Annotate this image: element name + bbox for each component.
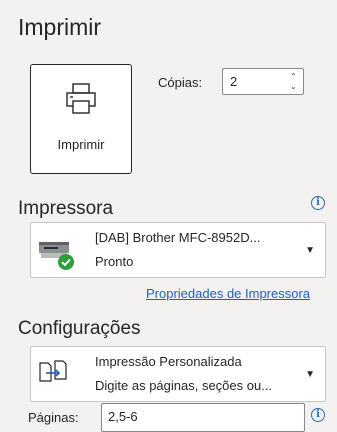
printer-properties-link[interactable]: Propriedades de Impressora bbox=[146, 286, 310, 301]
chevron-down-icon: ▼ bbox=[305, 369, 315, 380]
print-range-title: Impressão Personalizada bbox=[95, 354, 242, 369]
chevron-down-icon: ▼ bbox=[305, 245, 315, 256]
page-title: Imprimir bbox=[18, 14, 102, 40]
printer-name: [DAB] Brother MFC-8952D... bbox=[95, 230, 261, 245]
pages-label: Páginas: bbox=[28, 410, 79, 425]
spin-down-icon[interactable]: ⌄ bbox=[290, 83, 298, 91]
spin-up-icon[interactable]: ⌃ bbox=[290, 73, 298, 81]
print-range-dropdown[interactable]: Impressão Personalizada Digite as página… bbox=[30, 346, 326, 402]
print-range-description: Digite as páginas, seções ou... bbox=[95, 378, 273, 393]
printer-icon bbox=[66, 83, 96, 114]
check-icon bbox=[58, 254, 74, 270]
pages-info-icon[interactable]: i bbox=[311, 408, 325, 422]
copies-input[interactable]: 2 ⌃ ⌄ bbox=[222, 68, 304, 95]
printer-info-icon[interactable]: i bbox=[311, 196, 325, 210]
printer-section-title: Impressora bbox=[18, 198, 114, 219]
settings-section-title: Configurações bbox=[18, 318, 141, 339]
printer-dropdown[interactable]: [DAB] Brother MFC-8952D... Pronto ▼ bbox=[30, 222, 326, 278]
pages-input[interactable]: 2,5-6 bbox=[101, 403, 305, 432]
pages-value: 2,5-6 bbox=[108, 409, 138, 424]
print-button[interactable]: Imprimir bbox=[30, 64, 132, 174]
custom-print-icon bbox=[39, 360, 67, 382]
copies-label: Cópias: bbox=[158, 75, 203, 90]
copies-value: 2 bbox=[230, 74, 238, 89]
printer-status: Pronto bbox=[95, 254, 134, 269]
print-button-label: Imprimir bbox=[57, 137, 105, 152]
